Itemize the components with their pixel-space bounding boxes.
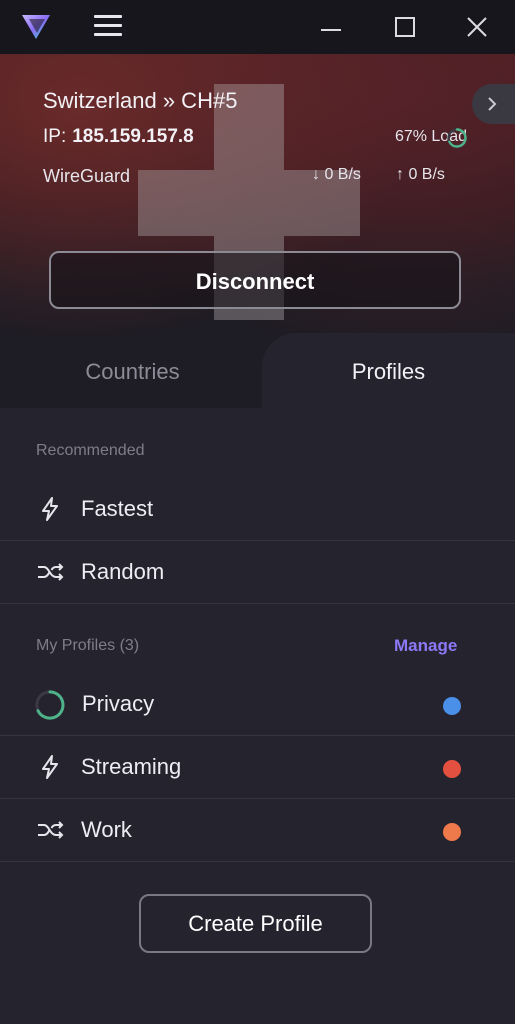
profile-row-privacy[interactable]: Privacy xyxy=(0,673,515,736)
lightning-icon xyxy=(42,755,58,779)
server-name: Switzerland » CH#5 xyxy=(43,88,238,113)
arrow-down-icon: ↓ xyxy=(312,166,320,183)
profile-label: Streaming xyxy=(81,754,182,779)
recommended-heading: Recommended xyxy=(36,442,145,459)
protocol-label: WireGuard xyxy=(43,166,131,186)
profile-label: Random xyxy=(81,559,165,584)
profile-color-dot xyxy=(443,760,461,778)
disconnect-button[interactable]: Disconnect xyxy=(49,251,461,309)
profile-row-streaming[interactable]: Streaming xyxy=(0,736,515,799)
tab-countries[interactable]: Countries xyxy=(0,333,265,408)
upload-speed: ↑ 0 B/s xyxy=(396,166,445,184)
arrow-up-icon: ↑ xyxy=(396,166,404,183)
profile-row-fastest[interactable]: Fastest xyxy=(0,478,515,541)
download-value: 0 B/s xyxy=(324,166,361,183)
manage-profiles-link[interactable]: Manage xyxy=(394,636,457,656)
my-profiles-heading: My Profiles (3) xyxy=(36,637,140,654)
upload-value: 0 B/s xyxy=(408,166,445,183)
profile-row-work[interactable]: Work xyxy=(0,799,515,862)
download-speed: ↓ 0 B/s xyxy=(312,166,361,184)
close-icon[interactable] xyxy=(462,12,492,42)
minimize-icon[interactable] xyxy=(316,12,346,42)
ip-address: IP: 185.159.157.8 xyxy=(43,126,194,148)
profile-label: Fastest xyxy=(81,496,154,521)
create-profile-button[interactable]: Create Profile xyxy=(139,894,372,953)
shuffle-icon xyxy=(38,563,64,581)
profile-row-random[interactable]: Random xyxy=(0,541,515,604)
shuffle-icon xyxy=(38,821,64,839)
profile-label: Privacy xyxy=(82,691,155,716)
hamburger-menu-icon[interactable] xyxy=(94,15,122,39)
tab-profiles[interactable]: Profiles xyxy=(262,333,515,413)
profile-color-dot xyxy=(443,823,461,841)
lightning-icon xyxy=(42,497,58,521)
title-bar xyxy=(0,0,515,54)
expand-map-button[interactable] xyxy=(472,84,515,124)
profile-color-dot xyxy=(443,697,461,715)
maximize-icon[interactable] xyxy=(390,12,420,42)
chevron-right-icon xyxy=(488,97,497,111)
load-ring-icon xyxy=(447,128,467,148)
loading-ring-icon xyxy=(35,690,65,720)
ip-label: IP: xyxy=(43,126,67,147)
profile-label: Work xyxy=(81,817,132,842)
proton-vpn-logo-icon xyxy=(22,15,50,39)
ip-value: 185.159.157.8 xyxy=(72,126,194,147)
